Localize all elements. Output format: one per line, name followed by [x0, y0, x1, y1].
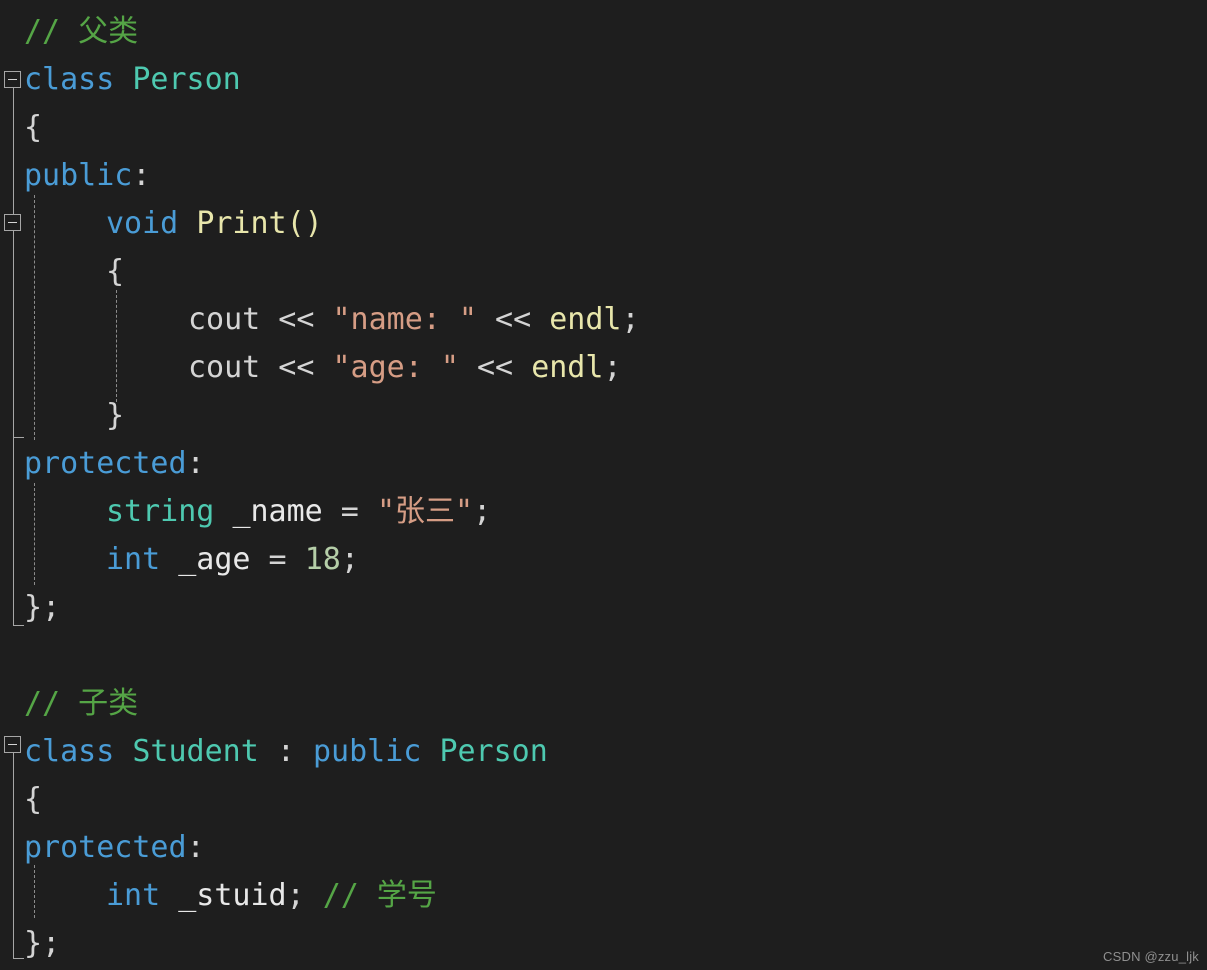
token-punct: : — [276, 734, 295, 769]
token-keyword: int — [106, 878, 161, 913]
token-punct: : — [186, 830, 205, 865]
token-keyword: int — [106, 542, 161, 577]
code-line[interactable]: // 父类 — [24, 8, 138, 56]
token-brace: { — [106, 254, 125, 289]
token-string: "age: " — [332, 350, 459, 385]
token-class: Person — [132, 62, 241, 97]
code-line[interactable]: int _age = 18; — [106, 536, 359, 584]
token-func: endl — [549, 302, 622, 337]
token-comment: // 父类 — [24, 14, 139, 49]
token-func: Print — [196, 206, 287, 241]
token-punct: ; — [42, 590, 61, 625]
token-keyword: class — [24, 734, 115, 769]
token-punct: ; — [603, 350, 622, 385]
token-plain: cout << — [188, 302, 333, 337]
token-type: string — [106, 494, 215, 529]
code-surface[interactable]: // 父类 class Person{public: void Print(){co… — [0, 0, 1207, 970]
token-punct: ; — [340, 542, 359, 577]
token-plain: = — [322, 494, 377, 529]
code-line[interactable]: } — [106, 392, 124, 440]
token-punct: : — [186, 446, 205, 481]
code-line[interactable]: protected: — [24, 824, 205, 872]
code-line[interactable]: cout << "age: " << endl; — [188, 344, 622, 392]
token-plain: << — [458, 350, 532, 385]
token-keyword: protected — [24, 830, 187, 865]
token-string: "张三" — [376, 494, 474, 529]
code-line[interactable]: }; — [24, 920, 60, 968]
token-ident: _stuid — [178, 878, 287, 913]
token-punct: : — [132, 158, 151, 193]
token-keyword: void — [106, 206, 179, 241]
watermark-label: CSDN @zzu_ljk — [1103, 949, 1199, 964]
token-ident: _name — [232, 494, 323, 529]
token-punct: ; — [286, 878, 305, 913]
token-punct: ; — [621, 302, 640, 337]
token-brace: } — [24, 590, 43, 625]
token-keyword: public — [313, 734, 422, 769]
token-comment: // 子类 — [24, 686, 139, 721]
token-brace: { — [24, 110, 43, 145]
token-keyword: class — [24, 62, 115, 97]
code-line[interactable]: string _name = "张三"; — [106, 488, 491, 536]
code-line[interactable]: }; — [24, 584, 60, 632]
token-class: Person — [439, 734, 548, 769]
token-number: 18 — [304, 542, 341, 577]
token-punct: ; — [42, 926, 61, 961]
code-line[interactable]: protected: — [24, 440, 205, 488]
token-keyword: public — [24, 158, 133, 193]
token-func: endl — [531, 350, 604, 385]
code-line[interactable]: int _stuid; // 学号 — [106, 872, 437, 920]
code-line[interactable]: // 子类 — [24, 680, 138, 728]
code-line[interactable]: public: — [24, 152, 150, 200]
token-keyword: protected — [24, 446, 187, 481]
token-brace: } — [106, 398, 125, 433]
token-plain: = — [250, 542, 305, 577]
code-editor: // 父类 class Person{public: void Print(){co… — [0, 0, 1207, 970]
code-line[interactable]: void Print() — [106, 200, 323, 248]
token-comment: // 学号 — [322, 878, 437, 913]
token-plain: cout << — [188, 350, 333, 385]
token-brace: { — [24, 782, 43, 817]
token-string: "name: " — [332, 302, 478, 337]
code-line[interactable]: cout << "name: " << endl; — [188, 296, 640, 344]
token-ident: _age — [178, 542, 251, 577]
token-plain: << — [477, 302, 550, 337]
code-line[interactable]: { — [24, 104, 42, 152]
token-class: Student — [132, 734, 259, 769]
code-line[interactable]: { — [24, 776, 42, 824]
token-punct: ; — [473, 494, 492, 529]
code-line[interactable]: class Student : public Person — [24, 728, 548, 776]
code-line[interactable]: class Person — [24, 56, 241, 104]
code-line[interactable]: { — [106, 248, 124, 296]
token-brace: } — [24, 926, 43, 961]
token-func: () — [286, 206, 323, 241]
